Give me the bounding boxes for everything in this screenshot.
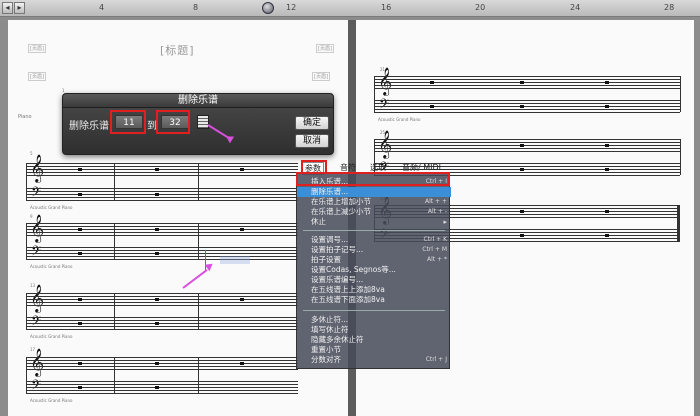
treble-clef-icon: 𝄞 [378,130,393,158]
ruler-number: 16 [381,3,392,12]
highlight-menu-insert-delete [296,172,450,186]
menu-item-remove-measure[interactable]: 在乐谱上减少小节 Alt + - [297,207,451,217]
menu-item-hide-extra-rests[interactable]: 隐藏多余休止符 [297,335,451,345]
measure-ruler[interactable]: ◂ ▸ 4 8 12 16 20 24 28 [0,0,700,17]
ruler-number: 24 [570,3,581,12]
dialog-title: 删除乐谱 [63,94,333,108]
menu-item-add-measure[interactable]: 在乐谱上增加小节 Alt + + [297,197,451,207]
treble-clef-icon: 𝄞 [30,348,45,376]
header-placeholder[interactable]: [页眉] [312,72,330,81]
treble-clef-icon: 𝄞 [378,67,393,95]
instrument-caption: Acoustic Grand Piano [30,264,73,269]
menu-item-rest[interactable]: 休止 ▸ [297,217,451,227]
ruler-number: 12 [286,3,297,12]
ruler-number: 4 [99,3,105,12]
highlight-to-value [156,110,190,134]
delete-from-label: 删除乐谱 [69,121,109,132]
ruler-position-thumb[interactable] [262,2,274,14]
treble-clef-icon: 𝄞 [30,154,45,182]
header-placeholder[interactable]: [页眉] [28,72,46,81]
score-title-placeholder[interactable]: [标题] [160,42,195,58]
menu-item-time-signature[interactable]: 设置拍子记号... Ctrl + M [297,245,451,255]
treble-clef-icon: 𝄞 [30,284,45,312]
menu-item-multi-rest[interactable]: 多休止符... [297,315,451,325]
header-placeholder[interactable]: [页眉] [316,44,334,53]
header-placeholder[interactable]: [页眉] [28,44,46,53]
menu-item-fill-rests[interactable]: 填写休止符 [297,325,451,335]
menu-item-reset-measure[interactable]: 重置小节 [297,345,451,355]
ruler-number: 20 [475,3,486,12]
menu-item-score-numbering[interactable]: 设置乐谱编号... [297,275,451,285]
ruler-right-button[interactable]: ▸ [14,2,25,14]
instrument-caption: Acoustic Grand Piano [30,334,73,339]
menu-item-8va-above[interactable]: 在五线谱上上添加8va [297,285,451,295]
treble-clef-icon: 𝄞 [30,214,45,242]
delete-score-dialog: 删除乐谱 删除乐谱 11 到 32 确定 取消 [62,93,334,155]
highlight-from-value [110,110,146,134]
cancel-button[interactable]: 取消 [295,134,329,148]
ruler-left-button[interactable]: ◂ [2,2,13,14]
parameters-menu: 插入乐谱... Ctrl + I 删除乐谱... 在乐谱上增加小节 Alt + + … [296,173,451,369]
menu-item-align-score[interactable]: 分数对齐 Ctrl + J [297,355,451,365]
menu-item-key-signature[interactable]: 设置调号... Ctrl + K [297,235,451,245]
menu-item-delete-score[interactable]: 删除乐谱... [297,187,451,197]
ruler-number: 8 [193,3,199,12]
ok-button[interactable]: 确定 [295,116,329,130]
ruler-number: 28 [664,3,675,12]
instrument-label: Piano [18,114,32,120]
instrument-caption: Acoustic Grand Piano [30,398,73,403]
menu-item-codas-segnos[interactable]: 设置Codas, Segnos等... [297,265,451,275]
menu-item-8va-below[interactable]: 在五线谱下面添加8va [297,295,451,305]
selection-highlight [220,256,250,264]
measure-picker-icon[interactable] [197,115,209,129]
instrument-caption: Acoustic Grand Piano [30,205,73,210]
instrument-caption: Acoustic Grand Piano [378,117,421,122]
menu-item-beat-settings[interactable]: 拍子设置 Alt + * [297,255,451,265]
